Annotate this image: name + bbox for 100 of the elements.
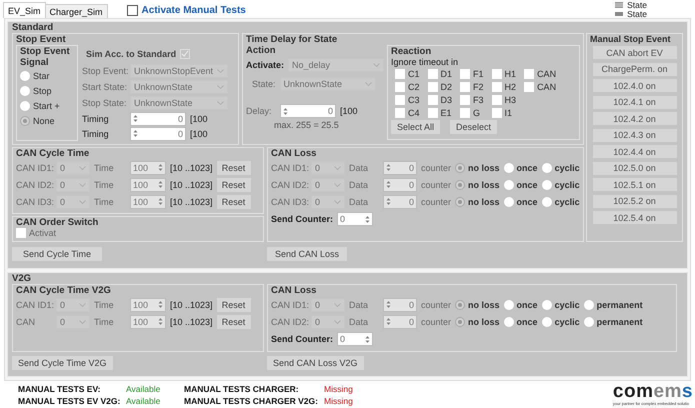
send-can-loss-button[interactable]: Send CAN Loss: [267, 247, 347, 261]
spinner-field[interactable]: 0: [337, 332, 373, 346]
spinner-field[interactable]: 0: [383, 178, 417, 192]
legend-label: State: [627, 8, 647, 18]
checkbox-option[interactable]: C3: [395, 95, 420, 105]
checkbox-option[interactable]: H3: [492, 95, 516, 105]
spinner-field[interactable]: 100: [130, 298, 166, 312]
radio-option[interactable]: once: [504, 180, 538, 190]
spinner-arrows-icon: [133, 114, 138, 123]
checkbox-option[interactable]: H2: [492, 82, 516, 92]
manual-stop-button[interactable]: 102.5.4 on: [592, 211, 676, 224]
checkbox-option[interactable]: H1: [492, 69, 516, 79]
reset-button[interactable]: Reset: [216, 314, 251, 328]
spinner-field[interactable]: 0: [130, 112, 186, 126]
radio-option[interactable]: once: [504, 196, 538, 206]
radio-option[interactable]: no loss: [455, 300, 500, 310]
checkbox-option[interactable]: F1: [460, 69, 484, 79]
manual-stop-button[interactable]: 102.5.1 on: [592, 178, 676, 191]
checkbox-option[interactable]: CAN: [524, 82, 556, 92]
chevron-down-icon: [334, 200, 341, 204]
panel-title: Standard: [12, 22, 54, 33]
reset-button[interactable]: Reset: [216, 160, 251, 174]
spinner-field[interactable]: 0: [383, 314, 417, 328]
spinner-field[interactable]: 100: [130, 160, 166, 174]
radio-option[interactable]: cyclic: [542, 180, 580, 190]
tab[interactable]: Charger_Sim: [44, 4, 108, 18]
checkbox-option[interactable]: CAN: [524, 69, 556, 79]
checkbox-option[interactable]: C1: [395, 69, 420, 79]
group-title: Time Delay for State: [246, 34, 338, 45]
reset-button[interactable]: Reset: [216, 298, 251, 312]
checkbox-option[interactable]: F3: [460, 95, 484, 105]
sim-checkbox[interactable]: [180, 49, 190, 59]
radio-option[interactable]: Stop: [20, 86, 74, 96]
spinner-field[interactable]: 100: [130, 178, 166, 192]
send-cycle-time-button[interactable]: Send Cycle Time: [12, 247, 102, 261]
group-title: CAN Cycle Time V2G: [16, 285, 112, 296]
spinner-arrows-icon: [158, 180, 163, 189]
manual-stop-button[interactable]: ChargePerm. on: [592, 62, 676, 76]
spinner-field[interactable]: 0: [383, 160, 417, 174]
spinner-arrows-icon: [386, 180, 391, 189]
radio-option[interactable]: Star: [20, 71, 74, 81]
field-label: Time: [94, 162, 115, 172]
manual-stop-button[interactable]: 102.4.0 on: [592, 79, 676, 92]
checkbox-option[interactable]: G: [460, 108, 484, 118]
radio-option[interactable]: no loss: [455, 196, 500, 206]
checkbox-option[interactable]: C2: [395, 82, 420, 92]
manual-stop-button[interactable]: 102.5.2 on: [592, 194, 676, 208]
checkbox-option[interactable]: E1: [428, 108, 452, 118]
radio-option[interactable]: cyclic: [542, 162, 580, 172]
field-label: Activate:: [246, 60, 284, 70]
tab[interactable]: EV_Sim: [3, 2, 46, 18]
radio-option[interactable]: once: [504, 316, 538, 326]
radio-option[interactable]: once: [504, 300, 538, 310]
chevron-down-icon: [217, 101, 224, 105]
spinner-field[interactable]: 100: [130, 314, 166, 328]
radio-option[interactable]: permanent: [584, 300, 643, 310]
spinner-field[interactable]: 100: [130, 194, 166, 208]
manual-stop-button[interactable]: 102.5.0 on: [592, 162, 676, 174]
radio-option[interactable]: once: [504, 162, 538, 172]
status-value: Available: [126, 396, 162, 406]
spinner-field[interactable]: 0: [280, 104, 336, 118]
radio-option[interactable]: None: [20, 116, 74, 126]
delay-note: max. 255 = 25.5: [273, 120, 340, 130]
checkbox-option[interactable]: D3: [428, 95, 452, 105]
spinner-field[interactable]: 0: [383, 194, 417, 208]
field-label: counter: [421, 180, 452, 190]
send-cycle-time-button[interactable]: Send Cycle Time V2G: [12, 356, 113, 370]
group-title: CAN Cycle Time: [16, 148, 90, 159]
radio-option[interactable]: no loss: [455, 316, 500, 326]
reaction-button[interactable]: Select All: [391, 120, 440, 134]
radio-option[interactable]: permanent: [584, 316, 643, 326]
checkbox-option[interactable]: D1: [428, 69, 452, 79]
checkbox-option[interactable]: F2: [460, 82, 484, 92]
checkbox-option[interactable]: D2: [428, 82, 452, 92]
reset-button[interactable]: Reset: [216, 178, 251, 192]
manual-stop-button[interactable]: CAN abort EV: [592, 46, 676, 59]
status-label: MANUAL TESTS EV:: [18, 384, 102, 394]
manual-stop-button[interactable]: 102.4.3 on: [592, 128, 676, 142]
spinner-field[interactable]: 0: [383, 298, 417, 312]
spinner-field[interactable]: 0: [337, 212, 373, 226]
checkbox-option[interactable]: I1: [492, 108, 516, 118]
radio-option[interactable]: cyclic: [542, 316, 580, 326]
activate-manual-tests-checkbox[interactable]: Activate Manual Tests: [126, 5, 246, 16]
manual-stop-button[interactable]: 102.4.2 on: [592, 112, 676, 125]
manual-stop-button[interactable]: 102.4.1 on: [592, 96, 676, 108]
spinner-field[interactable]: 0: [130, 126, 186, 140]
field-label: Stop Event:: [82, 66, 126, 76]
field-label: Stop State:: [82, 98, 126, 108]
checkbox-option[interactable]: C4: [395, 108, 420, 118]
chevron-down-icon: [79, 182, 86, 186]
spinner-arrows-icon: [133, 129, 138, 138]
radio-option[interactable]: cyclic: [542, 300, 580, 310]
send-can-loss-button[interactable]: Send CAN Loss V2G: [267, 356, 364, 370]
radio-option[interactable]: no loss: [455, 180, 500, 190]
manual-stop-button[interactable]: 102.4.4 on: [592, 145, 676, 158]
reset-button[interactable]: Reset: [216, 194, 251, 208]
reaction-button[interactable]: Deselect: [450, 120, 498, 134]
radio-option[interactable]: cyclic: [542, 196, 580, 206]
radio-option[interactable]: Start +: [20, 101, 74, 111]
radio-option[interactable]: no loss: [455, 162, 500, 172]
